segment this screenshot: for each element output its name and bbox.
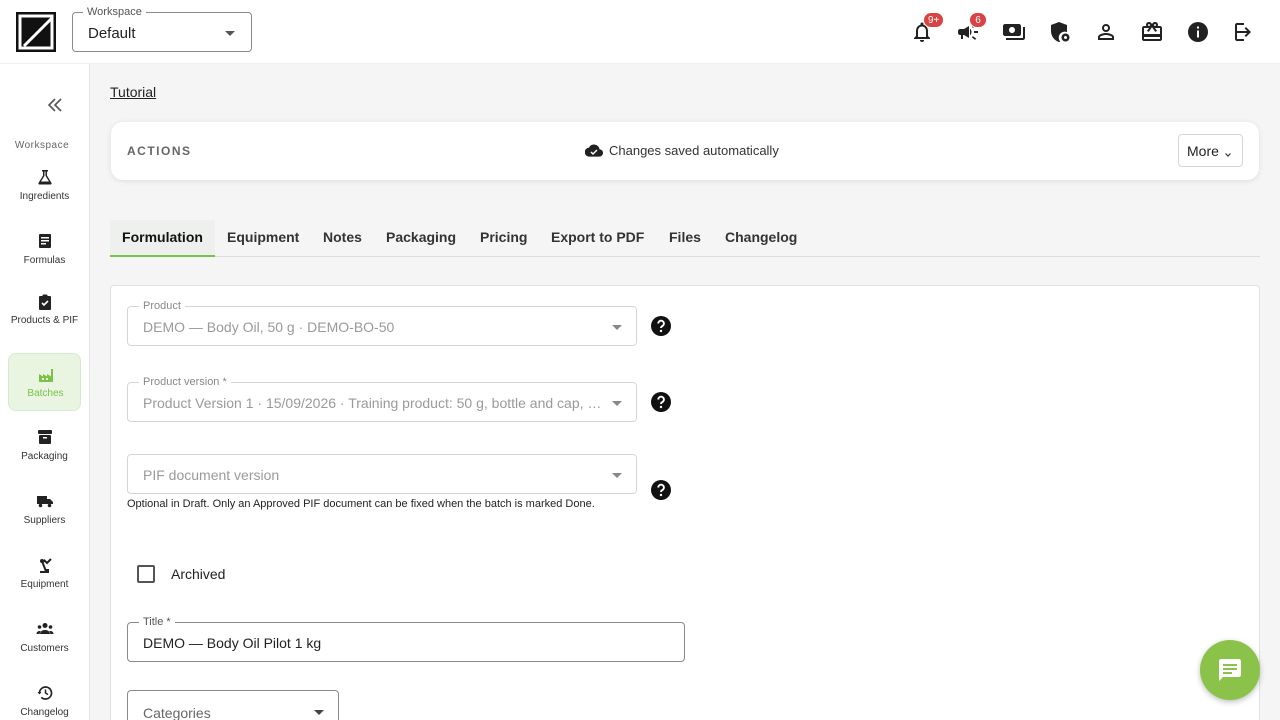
pif-version-hint: Optional in Draft. Only an Approved PIF … <box>127 498 595 510</box>
announcements-badge: 6 <box>969 12 987 28</box>
actions-card: ACTIONS Changes saved automatically More <box>111 122 1259 180</box>
tab-changelog[interactable]: Changelog <box>725 220 797 257</box>
title-input[interactable]: Title * DEMO — Body Oil Pilot 1 kg <box>127 616 685 662</box>
chat-button[interactable] <box>1200 640 1260 700</box>
actions-title: ACTIONS <box>127 144 192 158</box>
app-logo[interactable] <box>16 12 56 52</box>
sidebar-item-suppliers[interactable]: Suppliers <box>8 484 81 532</box>
categories-placeholder: Categories <box>143 705 211 720</box>
box-icon <box>36 428 54 446</box>
autosave-status: Changes saved automatically <box>609 143 779 158</box>
sidebar-item-equipment[interactable]: Equipment <box>8 548 81 596</box>
billing-icon[interactable] <box>1002 20 1026 44</box>
notifications-badge: 9+ <box>923 12 945 28</box>
sidebar-item-label: Packaging <box>21 451 68 462</box>
sidebar-item-formulas[interactable]: Formulas <box>8 228 81 276</box>
batch-form: Product DEMO — Body Oil, 50 g · DEMO-BO-… <box>110 285 1260 720</box>
account-icon[interactable] <box>1094 20 1118 44</box>
chevron-down-icon <box>612 473 622 478</box>
truck-icon <box>36 492 54 510</box>
chevron-down-icon <box>612 401 622 406</box>
sidebar-item-label: Batches <box>27 388 64 399</box>
info-icon[interactable] <box>1186 20 1210 44</box>
tab-formulation[interactable]: Formulation <box>110 220 215 257</box>
product-version-select[interactable]: Product version * Product Version 1 · 15… <box>127 376 637 422</box>
chevron-down-icon <box>225 31 235 36</box>
security-icon[interactable] <box>1048 20 1072 44</box>
product-select[interactable]: Product DEMO — Body Oil, 50 g · DEMO-BO-… <box>127 300 637 346</box>
workspace-select[interactable]: Workspace Default <box>72 6 252 52</box>
sidebar-item-ingredients[interactable]: Ingredients <box>8 164 81 212</box>
tab-packaging[interactable]: Packaging <box>386 220 456 257</box>
pif-version-placeholder: PIF document version <box>143 467 280 483</box>
product-version-value: Product Version 1 · 15/09/2026 · Trainin… <box>143 395 605 411</box>
pif-version-select[interactable]: PIF document version <box>127 454 637 494</box>
collapse-sidebar-icon[interactable] <box>44 94 66 116</box>
history-icon <box>36 684 54 702</box>
tab-files[interactable]: Files <box>669 220 701 257</box>
sidebar-item-products-pif[interactable]: Products & PIF <box>8 292 81 344</box>
sidebar-heading: Workspace <box>14 140 70 151</box>
equipment-icon <box>36 556 54 574</box>
title-input-label: Title * <box>139 616 175 628</box>
chevron-down-icon <box>1224 146 1232 157</box>
sidebar-item-label: Changelog <box>20 707 69 718</box>
flask-icon <box>36 168 54 186</box>
logout-icon[interactable] <box>1232 20 1256 44</box>
sidebar-item-label: Products & PIF <box>10 315 79 326</box>
product-select-label: Product <box>139 300 185 312</box>
announcements-icon[interactable]: 6 <box>956 12 987 44</box>
more-button[interactable]: More <box>1178 134 1243 167</box>
tab-export-pdf[interactable]: Export to PDF <box>551 220 644 257</box>
people-icon <box>36 620 54 638</box>
batch-tabs: Formulation Equipment Notes Packaging Pr… <box>110 220 1260 257</box>
sidebar-item-label: Ingredients <box>19 191 70 202</box>
breadcrumb-tutorial-link[interactable]: Tutorial <box>110 84 156 100</box>
factory-icon <box>37 366 55 384</box>
sidebar-item-label: Suppliers <box>23 515 66 526</box>
sidebar-item-label: Equipment <box>20 579 69 590</box>
product-version-label: Product version * <box>139 376 231 388</box>
sidebar-item-label: Customers <box>20 643 69 654</box>
chevron-down-icon <box>314 710 324 715</box>
archived-checkbox[interactable] <box>137 565 155 583</box>
notifications-icon[interactable]: 9+ <box>910 12 945 44</box>
sidebar-item-customers[interactable]: Customers <box>8 612 81 660</box>
tab-equipment[interactable]: Equipment <box>227 220 299 257</box>
cloud-done-icon <box>584 143 604 159</box>
workspace-select-label: Workspace <box>83 6 146 18</box>
chat-icon <box>1219 659 1241 681</box>
tab-notes[interactable]: Notes <box>323 220 362 257</box>
chevron-down-icon <box>612 325 622 330</box>
sidebar: Workspace Ingredients Formulas Products … <box>0 64 90 720</box>
formula-icon <box>36 232 54 250</box>
sidebar-item-packaging[interactable]: Packaging <box>8 420 81 468</box>
sidebar-item-changelog[interactable]: Changelog <box>8 676 81 720</box>
title-input-value: DEMO — Body Oil Pilot 1 kg <box>143 635 322 651</box>
help-icon[interactable] <box>650 479 672 501</box>
gift-icon[interactable] <box>1140 20 1164 44</box>
top-bar: Workspace Default 9+ 6 <box>0 0 1280 64</box>
product-select-value: DEMO — Body Oil, 50 g · DEMO-BO-50 <box>143 319 395 335</box>
help-icon[interactable] <box>650 391 672 413</box>
more-button-label: More <box>1187 142 1219 159</box>
categories-select[interactable]: Categories <box>127 690 339 720</box>
help-icon[interactable] <box>650 315 672 337</box>
archived-label: Archived <box>171 566 226 582</box>
workspace-select-value: Default <box>88 25 136 42</box>
sidebar-item-batches[interactable]: Batches <box>8 353 81 411</box>
clipboard-check-icon <box>36 293 54 311</box>
tab-pricing[interactable]: Pricing <box>480 220 527 257</box>
sidebar-item-label: Formulas <box>23 255 66 266</box>
